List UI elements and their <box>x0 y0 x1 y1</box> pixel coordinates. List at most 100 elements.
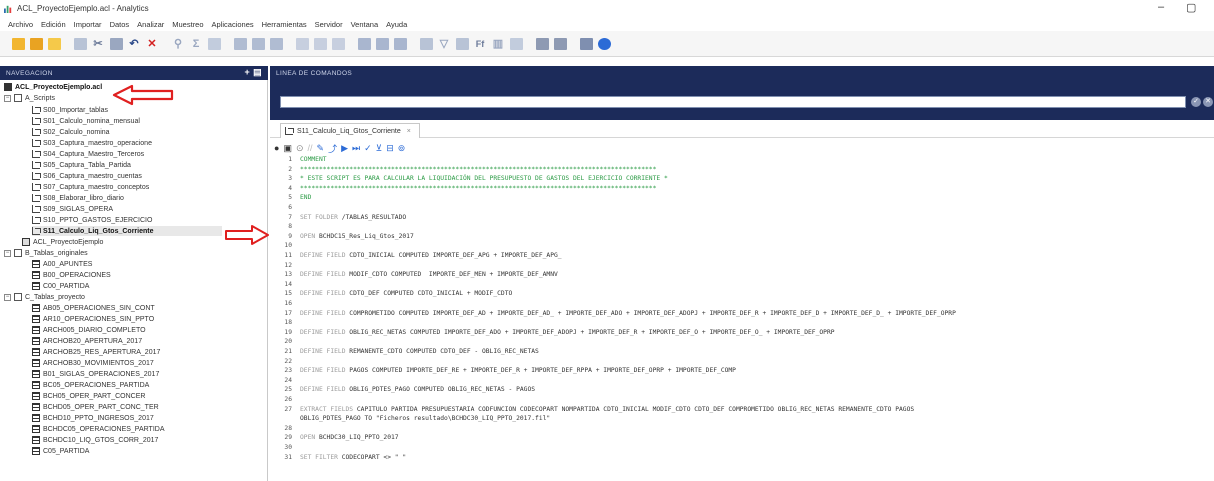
code-line[interactable]: 5 END <box>270 194 1214 203</box>
tree-table-item[interactable]: BC05_OPERACIONES_PARTIDA <box>32 380 149 390</box>
tree-table-item[interactable]: ARCHOB20_APERTURA_2017 <box>32 336 142 346</box>
tree-table-item[interactable]: C05_PARTIDA <box>32 446 89 456</box>
tree-table-item[interactable]: BCHD05_OPER_PART_CONC_TER <box>32 402 159 412</box>
tree-folder-tablas-originales[interactable]: − B_Tablas_originales <box>4 248 88 258</box>
sample-icon[interactable] <box>294 36 310 52</box>
tree-folder-tablas-proyecto[interactable]: − C_Tablas_proyecto <box>4 292 85 302</box>
collapse-icon[interactable]: − <box>4 94 11 102</box>
stratify-icon[interactable] <box>268 36 284 52</box>
code-line[interactable]: 28 <box>270 425 1214 434</box>
tree-table-item[interactable]: BCHDC10_LIQ_GTOS_CORR_2017 <box>32 435 158 445</box>
tree-script-item-selected[interactable]: S11_Calculo_Liq_Gtos_Corriente <box>32 226 222 236</box>
code-line[interactable]: 3 * ESTE SCRIPT ES PARA CALCULAR LA LIQUI… <box>270 175 1214 184</box>
code-line[interactable]: OBLIG_PDTES_PAGO TO "Ficheros resultado\… <box>270 415 1214 424</box>
code-line[interactable]: 26 <box>270 396 1214 405</box>
menu-datos[interactable]: Datos <box>110 20 130 29</box>
collapse-icon[interactable]: − <box>4 249 11 257</box>
tree-table-item[interactable]: A00_APUNTES <box>32 259 92 269</box>
chart-icon[interactable] <box>206 36 222 52</box>
code-line[interactable]: 21 DEFINE FIELD REMANENTE_CDTO COMPUTED C… <box>270 348 1214 357</box>
edit-script-icon[interactable]: ✎ <box>317 143 325 154</box>
summarize-icon[interactable] <box>250 36 266 52</box>
menu-muestreo[interactable]: Muestreo <box>172 20 203 29</box>
copy-icon[interactable] <box>108 36 124 52</box>
tree-script-item[interactable]: S10_PPTO_GASTOS_EJERCICIO <box>32 215 152 225</box>
code-line[interactable]: 16 <box>270 300 1214 309</box>
tab-script-s11[interactable]: S11_Calculo_Liq_Gtos_Corriente × <box>280 123 420 138</box>
code-line[interactable]: 20 <box>270 338 1214 347</box>
edit-icon[interactable] <box>72 36 88 52</box>
join-icon[interactable] <box>356 36 372 52</box>
menu-importar[interactable]: Importar <box>74 20 102 29</box>
extract-icon[interactable] <box>392 36 408 52</box>
collapse-icon[interactable]: − <box>4 293 11 301</box>
tree-table-item[interactable]: C00_PARTIDA <box>32 281 89 291</box>
tree-script-item[interactable]: S04_Captura_Maestro_Terceros <box>32 149 144 159</box>
tree-table-item[interactable]: ARCHOB25_RES_APERTURA_2017 <box>32 347 160 357</box>
code-line[interactable]: 17 DEFINE FIELD COMPROMETIDO COMPUTED IMP… <box>270 310 1214 319</box>
statistics-icon[interactable]: ▥ <box>490 36 506 52</box>
code-line[interactable]: 25 DEFINE FIELD OBLIG_PDTES_PAGO COMPUTED… <box>270 386 1214 395</box>
code-line[interactable]: 2 ***************************************… <box>270 166 1214 175</box>
screen-icon[interactable] <box>578 36 594 52</box>
tree-table-item[interactable]: BCHDC05_OPERACIONES_PARTIDA <box>32 424 165 434</box>
tree-table-item[interactable]: ARCH005_DIARIO_COMPLETO <box>32 325 146 335</box>
filter-icon[interactable]: ⚲ <box>170 36 186 52</box>
code-line[interactable]: 7 SET FOLDER /TABLAS_RESULTADO <box>270 214 1214 223</box>
code-line[interactable]: 12 <box>270 262 1214 271</box>
tree-script-item[interactable]: S00_Importar_tablas <box>32 105 108 115</box>
code-line[interactable]: 14 <box>270 281 1214 290</box>
undo-icon[interactable]: ↶ <box>126 36 142 52</box>
run-icon[interactable]: ▶ <box>341 143 348 154</box>
tree-table-item[interactable]: ARCHOB30_MOVIMIENTOS_2017 <box>32 358 154 368</box>
tree-script-item[interactable]: S05_Captura_Tabla_Partida <box>32 160 131 170</box>
code-line[interactable]: 9 OPEN BCHDC15_Res_Liq_Gtos_2017 <box>270 233 1214 242</box>
tree-folder-scripts[interactable]: − A_Scripts <box>4 93 55 103</box>
code-line[interactable]: 1 COMMENT <box>270 156 1214 165</box>
code-line[interactable]: 24 <box>270 377 1214 386</box>
code-line[interactable]: 31 SET FILTER CODECOPART <> " " <box>270 454 1214 463</box>
minimize-button[interactable]: – <box>1158 1 1164 13</box>
duplicates-icon[interactable] <box>312 36 328 52</box>
tree-project-root[interactable]: ACL_ProyectoEjemplo.acl <box>4 82 102 92</box>
clear-command-icon[interactable]: ✕ <box>1203 97 1213 107</box>
format-icon[interactable]: Ff <box>472 36 488 52</box>
open-project-icon[interactable] <box>28 36 44 52</box>
code-line[interactable]: 30 <box>270 444 1214 453</box>
sum-icon[interactable]: Σ <box>188 36 204 52</box>
run-command-icon[interactable]: ✓ <box>1191 97 1201 107</box>
code-line[interactable]: 23 DEFINE FIELD PAGOS COMPUTED IMPORTE_DE… <box>270 367 1214 376</box>
tree-table-item[interactable]: AB05_OPERACIONES_SIN_CONT <box>32 303 155 313</box>
sort-icon[interactable] <box>454 36 470 52</box>
menu-ventana[interactable]: Ventana <box>351 20 379 29</box>
code-line[interactable]: 13 DEFINE FIELD MODIF_CDTO COMPUTED IMPOR… <box>270 271 1214 280</box>
record-icon[interactable]: ● <box>274 143 279 153</box>
menu-analizar[interactable]: Analizar <box>137 20 164 29</box>
tree-script-item[interactable]: S02_Calculo_nomina <box>32 127 110 137</box>
tree-script-item[interactable]: S01_Calculo_nomina_mensual <box>32 116 140 126</box>
histogram-icon[interactable] <box>508 36 524 52</box>
code-line[interactable]: 6 <box>270 204 1214 213</box>
code-line[interactable]: 27 EXTRACT FIELDS CAPITULO PARTIDA PRESUP… <box>270 406 1214 415</box>
code-line[interactable]: 15 DEFINE FIELD CDTO_DEF COMPUTED CDTO_IN… <box>270 290 1214 299</box>
code-line[interactable]: 4 ***************************************… <box>270 185 1214 194</box>
index-icon[interactable] <box>418 36 434 52</box>
code-line[interactable]: 18 <box>270 319 1214 328</box>
tree-table-item[interactable]: BCHD10_PPTO_INGRESOS_2017 <box>32 413 154 423</box>
gaps-icon[interactable] <box>330 36 346 52</box>
menu-herramientas[interactable]: Herramientas <box>262 20 307 29</box>
toggle-comment-icon[interactable]: // <box>308 143 313 153</box>
step-icon[interactable]: ⤴ <box>328 142 337 155</box>
command-line-input[interactable] <box>280 96 1186 108</box>
tree-script-item[interactable]: S07_Captura_maestro_conceptos <box>32 182 149 192</box>
tree-script-item[interactable]: S08_Elaborar_libro_diario <box>32 193 124 203</box>
print-icon[interactable] <box>534 36 550 52</box>
menu-edicion[interactable]: Edición <box>41 20 66 29</box>
format-script-icon[interactable]: ⊟ <box>386 143 394 154</box>
tree-log-item[interactable]: ACL_ProyectoEjemplo <box>22 237 103 247</box>
tree-table-item[interactable]: BCH05_OPER_PART_CONCER <box>32 391 145 401</box>
zoom-icon[interactable]: ⊙ <box>296 143 304 154</box>
tree-table-item[interactable]: B01_SIGLAS_OPERACIONES_2017 <box>32 369 159 379</box>
run-to-cursor-icon[interactable]: ⏭ <box>352 143 360 154</box>
tab-close-icon[interactable]: × <box>407 128 411 135</box>
